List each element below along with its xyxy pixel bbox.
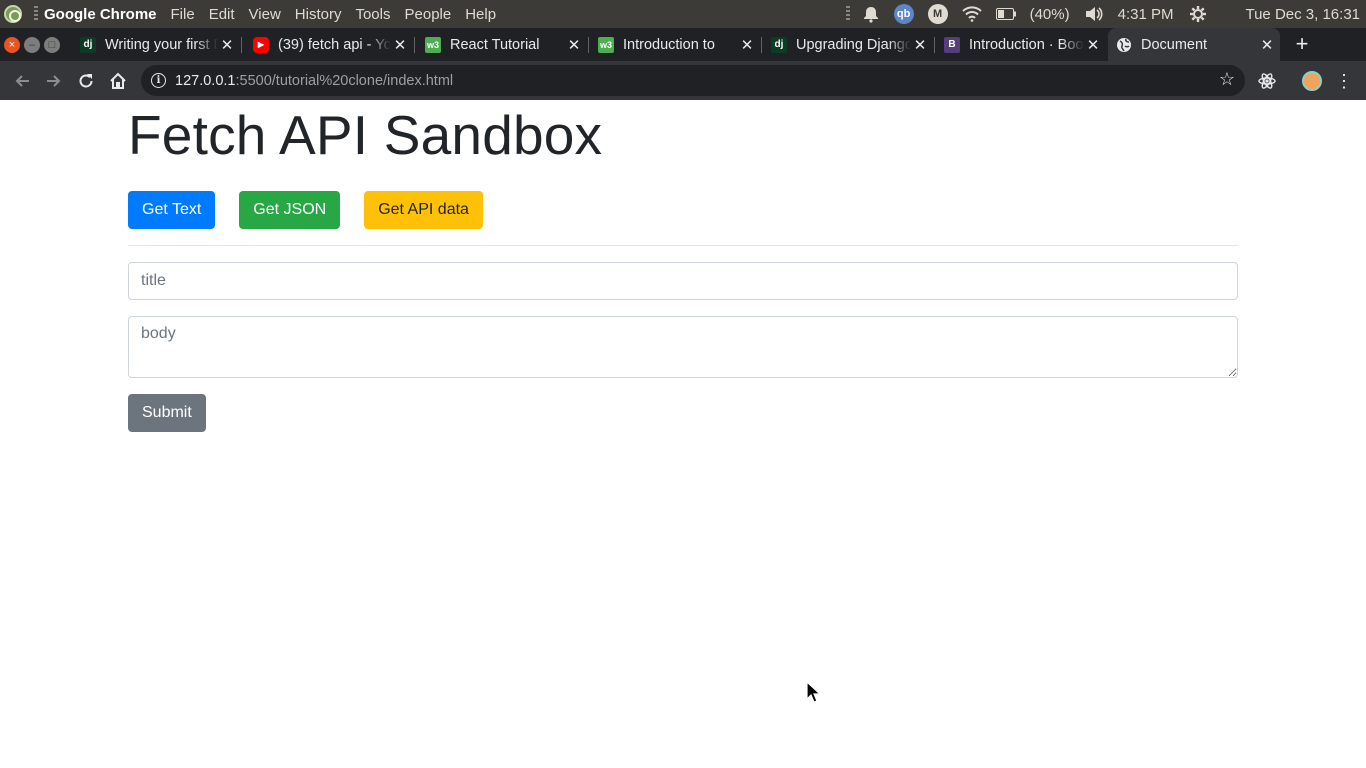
tab-react-tutorial[interactable]: w3 React Tutorial ✕ [417, 28, 587, 61]
tab-document-active[interactable]: Document ✕ [1108, 28, 1280, 61]
url-host: 127.0.0.1 [175, 72, 236, 89]
battery-percent: (40%) [1029, 5, 1070, 23]
ubuntu-logo-icon[interactable] [4, 5, 22, 23]
get-api-data-button[interactable]: Get API data [364, 191, 483, 229]
menu-file[interactable]: File [171, 6, 195, 23]
url-path: :5500/tutorial%20clone/index.html [235, 72, 454, 89]
tab-django-first-app[interactable]: dj Writing your first Django app ✕ [72, 28, 240, 61]
tab-separator [761, 37, 762, 53]
address-bar[interactable]: i 127.0.0.1:5500/tutorial%20clone/index.… [141, 65, 1245, 96]
django-favicon-icon: dj [80, 36, 96, 53]
youtube-favicon-icon: ▶ [253, 36, 269, 53]
app-name: Google Chrome [44, 5, 157, 23]
mail-m-icon[interactable]: M [927, 4, 948, 24]
tab-title: Writing your first Django app [105, 36, 218, 53]
window-controls: × – □ [4, 37, 64, 53]
menu-people[interactable]: People [405, 6, 452, 23]
page-title: Fetch API Sandbox [128, 104, 603, 166]
menu-history[interactable]: History [295, 6, 342, 23]
tab-youtube-fetch-api[interactable]: ▶ (39) fetch api - YouTube ✕ [245, 28, 413, 61]
forward-arrow-icon[interactable] [41, 68, 67, 94]
tab-separator [588, 37, 589, 53]
browser-toolbar: i 127.0.0.1:5500/tutorial%20clone/index.… [0, 61, 1366, 100]
tab-separator [414, 37, 415, 53]
django-favicon-icon: dj [771, 36, 787, 53]
tab-close-icon[interactable]: ✕ [911, 36, 929, 54]
new-tab-plus-icon[interactable]: + [1290, 31, 1314, 56]
tab-close-icon[interactable]: ✕ [1084, 36, 1102, 54]
home-icon[interactable] [105, 68, 131, 94]
clock-date[interactable]: Tue Dec 3, 16:31 [1245, 6, 1360, 23]
tab-upgrading-django[interactable]: dj Upgrading Django ✕ [763, 28, 933, 61]
site-info-icon[interactable]: i [151, 73, 166, 88]
tab-introduction-w3[interactable]: w3 Introduction to ✕ [590, 28, 760, 61]
reload-icon[interactable] [73, 68, 99, 94]
clock-time[interactable]: 4:31 PM [1118, 6, 1174, 23]
tab-close-icon[interactable]: ✕ [565, 36, 583, 54]
bootstrap-favicon-icon: B [944, 36, 960, 53]
window-minimize-icon[interactable]: – [24, 37, 40, 53]
page-container: Fetch API Sandbox Get Text Get JSON Get … [128, 100, 1238, 432]
settings-gear-icon[interactable] [1189, 5, 1207, 23]
mail-m-label: M [927, 4, 948, 24]
tab-title: Introduction to [623, 36, 715, 53]
tab-close-icon[interactable]: ✕ [738, 36, 756, 54]
get-text-button[interactable]: Get Text [128, 191, 216, 229]
tray-grip-icon [845, 6, 850, 22]
body-textarea[interactable] [128, 316, 1238, 378]
volume-icon[interactable] [1084, 6, 1104, 22]
tab-title: Introduction · Bootstrap [969, 36, 1084, 53]
menu-help[interactable]: Help [465, 6, 496, 23]
page-viewport: Fetch API Sandbox Get Text Get JSON Get … [0, 100, 1366, 768]
system-top-panel: Google Chrome File Edit View History Too… [0, 0, 1366, 28]
tab-close-icon[interactable]: ✕ [218, 36, 236, 54]
tab-title: Upgrading Django [796, 36, 911, 53]
profile-avatar-icon [1302, 71, 1322, 91]
battery-icon[interactable] [995, 8, 1016, 20]
qbittorrent-label: qb [893, 4, 914, 24]
tab-bootstrap-introduction[interactable]: B Introduction · Bootstrap ✕ [936, 28, 1106, 61]
wifi-icon[interactable] [961, 6, 982, 22]
mouse-cursor-icon [806, 681, 820, 703]
url-text[interactable]: 127.0.0.1:5500/tutorial%20clone/index.ht… [175, 73, 453, 89]
action-buttons: Get Text Get JSON Get API data [128, 191, 483, 229]
window-maximize-icon[interactable]: □ [44, 37, 60, 53]
system-tray: qb M (40%) 4:31 PM Tue Dec 3, 16:31 [845, 0, 1366, 28]
title-input[interactable] [128, 262, 1238, 300]
menu-edit[interactable]: Edit [209, 6, 235, 23]
tab-close-icon[interactable]: ✕ [391, 36, 409, 54]
divider [128, 245, 1238, 246]
react-devtools-extension-icon[interactable] [1254, 68, 1280, 94]
tab-separator [241, 37, 242, 53]
qbittorrent-icon[interactable]: qb [893, 4, 914, 24]
notification-bell-icon[interactable] [862, 5, 880, 23]
globe-icon [1116, 37, 1132, 53]
w3schools-favicon-icon: w3 [425, 36, 441, 53]
tab-title: Document [1141, 36, 1208, 53]
tab-close-icon[interactable]: ✕ [1258, 36, 1276, 54]
tab-title: React Tutorial [450, 36, 540, 53]
submit-button[interactable]: Submit [128, 394, 206, 432]
tab-separator [934, 37, 935, 53]
menu-tools[interactable]: Tools [355, 6, 390, 23]
menu-view[interactable]: View [249, 6, 281, 23]
back-arrow-icon[interactable] [9, 68, 35, 94]
chrome-menu-icon[interactable]: ⋮ [1331, 68, 1357, 94]
profile-avatar[interactable] [1299, 68, 1325, 94]
w3schools-favicon-icon: w3 [598, 36, 614, 53]
window-close-icon[interactable]: × [4, 37, 20, 53]
get-json-button[interactable]: Get JSON [239, 191, 341, 229]
tab-title: (39) fetch api - YouTube [278, 36, 391, 53]
browser-tab-strip: × – □ dj Writing your first Django app ✕… [0, 28, 1366, 61]
bookmark-star-icon[interactable]: ☆ [1219, 69, 1235, 90]
panel-grip-icon [34, 6, 38, 22]
